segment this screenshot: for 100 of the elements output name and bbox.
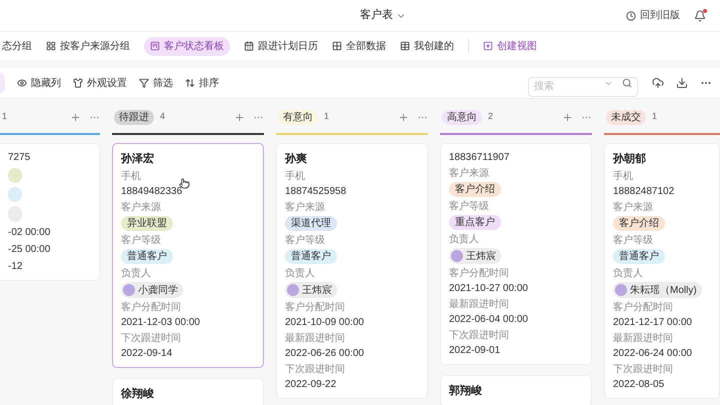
- field-value: 18836711907: [449, 151, 510, 164]
- search-field[interactable]: 搜索: [528, 76, 638, 96]
- squares-icon: [332, 41, 342, 51]
- status-tag: 高意向: [442, 110, 482, 124]
- tag: 普通客户: [121, 249, 173, 264]
- field-label: 最新跟进时间: [285, 333, 345, 345]
- field-label: 客户分配时间: [449, 268, 509, 280]
- card-count: 1: [324, 110, 330, 124]
- field-label: 客户分配时间: [613, 302, 673, 314]
- customer-name: 徐翔峻: [121, 386, 155, 402]
- customer-card[interactable]: 孙泽宏 手机 18849482336 客户来源 异业联盟 客户等级 普通客户 负责人 小龚同学 客户分配时间 2021-12-03 00:00 下次跟进时间 2022-09-14: [112, 143, 264, 368]
- customer-card[interactable]: 孙朝郁 手机 18882487102 客户来源 客户介绍 客户等级 普通客户 负责人 朱耘瑶（Molly) 客户分配时间 2021-12-17 00:00 最新跟进时间 2022-06-24 00:00 下次跟进时间 2022-08-05: [604, 143, 720, 399]
- avatar: [123, 284, 135, 296]
- create-view-button[interactable]: 创建视图: [483, 38, 537, 54]
- field-value: -12: [8, 260, 22, 273]
- card-count: 1: [652, 110, 658, 124]
- field-label: 下次跟进时间: [613, 364, 673, 376]
- field-value: -25 00:00: [8, 243, 50, 256]
- avatar: [615, 284, 627, 296]
- grid-icon: [46, 41, 56, 51]
- field-label: 最新跟进时间: [449, 299, 509, 311]
- person-chip: 王炜宸: [449, 248, 501, 264]
- calendar-icon: [244, 41, 254, 51]
- upload-icon[interactable]: [652, 77, 664, 89]
- field-label: 负责人: [121, 268, 151, 280]
- card-count: 1: [2, 110, 8, 124]
- field-value: 2022-09-22: [285, 378, 336, 391]
- add-icon[interactable]: [562, 112, 573, 122]
- eye-icon: [17, 78, 27, 88]
- field-label: 手机: [285, 171, 305, 183]
- table-icon: [400, 41, 410, 51]
- card-count: 4: [160, 110, 166, 124]
- field-value: 2021-10-27 00:00: [449, 282, 528, 295]
- field-value: 2022-06-26 00:00: [285, 347, 364, 360]
- view-tab[interactable]: 全部数据: [332, 36, 386, 56]
- download-icon[interactable]: [676, 77, 688, 89]
- tag: 客户介绍: [449, 182, 501, 197]
- view-tab[interactable]: 跟进计划日历: [244, 36, 318, 56]
- kanban-icon: [150, 41, 160, 51]
- view-tab[interactable]: 态分组: [2, 36, 32, 56]
- person-chip: 朱耘瑶（Molly): [613, 282, 702, 298]
- field-value: 2021-12-03 00:00: [121, 316, 200, 329]
- back-to-old-version-button[interactable]: 回到旧版: [626, 8, 680, 23]
- customer-card[interactable]: 18836711907 客户来源 客户介绍 客户等级 重点客户 负责人 王炜宸 客户分配时间 2021-10-27 00:00 最新跟进时间 2022-06-04 00:00 下次跟进时间 2022-09-01: [440, 143, 592, 365]
- field-label: 手机: [613, 171, 633, 183]
- customer-card[interactable]: 7275 -02 00:00 -25 00:00 -12: [0, 143, 100, 281]
- card-count: 2: [488, 110, 494, 124]
- filter-icon: [139, 78, 149, 88]
- view-tab[interactable]: 客户状态看板: [144, 36, 230, 56]
- view-tab[interactable]: 我创建的: [400, 36, 454, 56]
- field-value: 18882487102: [613, 185, 674, 198]
- field-label: 客户来源: [449, 168, 489, 180]
- pointer-cursor-icon: [179, 178, 190, 189]
- toolbar-button[interactable]: 排序: [185, 76, 219, 90]
- clock-icon: [626, 10, 636, 20]
- field-label: 客户等级: [285, 235, 325, 247]
- search-icon[interactable]: [622, 78, 632, 88]
- customer-name: 孙朝郁: [613, 152, 647, 167]
- avatar: [287, 284, 299, 296]
- sort-icon: [185, 78, 195, 88]
- status-tag: 待跟进: [114, 110, 154, 124]
- customer-card[interactable]: 徐翔峻: [112, 378, 264, 405]
- field-label: 负责人: [449, 234, 479, 246]
- field-label: 客户等级: [121, 235, 161, 247]
- field-label: 最新跟进时间: [613, 333, 673, 345]
- add-icon[interactable]: [70, 112, 81, 122]
- toolbar-button[interactable]: 隐藏列: [17, 76, 61, 90]
- view-tab[interactable]: 按客户来源分组: [46, 36, 130, 56]
- field-value: 2021-10-09 00:00: [285, 316, 364, 329]
- status-tag: 未成交: [606, 110, 646, 124]
- customer-name: 孙泽宏: [121, 152, 155, 167]
- field-value: 2022-09-14: [121, 347, 172, 360]
- person-chip: 小龚同学: [121, 282, 183, 298]
- table-title[interactable]: 客户表: [360, 7, 406, 24]
- person-chip: 王炜宸: [285, 282, 337, 298]
- customer-name: 郭翔峻: [449, 384, 483, 399]
- customer-card[interactable]: 孙爽 手机 18874525958 客户来源 渠道代理 客户等级 普通客户 负责人 王炜宸 客户分配时间 2021-10-09 00:00 最新跟进时间 2022-06-26 00:00 下次跟进时间 2022-09-22: [276, 143, 428, 399]
- field-label: 客户等级: [449, 201, 489, 213]
- field-label: 下次跟进时间: [285, 364, 345, 376]
- toolbar-button[interactable]: 外观设置: [73, 76, 127, 90]
- tag: 异业联盟: [121, 216, 173, 231]
- field-label: 下次跟进时间: [449, 330, 509, 342]
- toolbar-button[interactable]: 筛选: [139, 76, 173, 90]
- field-label: 客户来源: [613, 202, 653, 214]
- status-tag: 有意向: [278, 110, 318, 124]
- field-label: 客户分配时间: [121, 302, 181, 314]
- field-value: 7275: [8, 151, 30, 164]
- field-value: 2021-12-17 00:00: [613, 316, 692, 329]
- field-value: 2022-08-05: [613, 378, 664, 391]
- shirt-icon: [73, 78, 83, 88]
- add-icon[interactable]: [234, 112, 245, 122]
- field-value: 18874525958: [285, 185, 346, 198]
- field-label: 客户来源: [121, 202, 161, 214]
- tag: 渠道代理: [285, 216, 337, 231]
- field-value: 2022-06-24 00:00: [613, 347, 692, 360]
- bell-icon[interactable]: [694, 10, 706, 22]
- field-value: 18849482336: [121, 185, 182, 198]
- customer-card[interactable]: 郭翔峻: [440, 375, 592, 405]
- field-label: 手机: [121, 171, 141, 183]
- add-icon[interactable]: [398, 112, 409, 122]
